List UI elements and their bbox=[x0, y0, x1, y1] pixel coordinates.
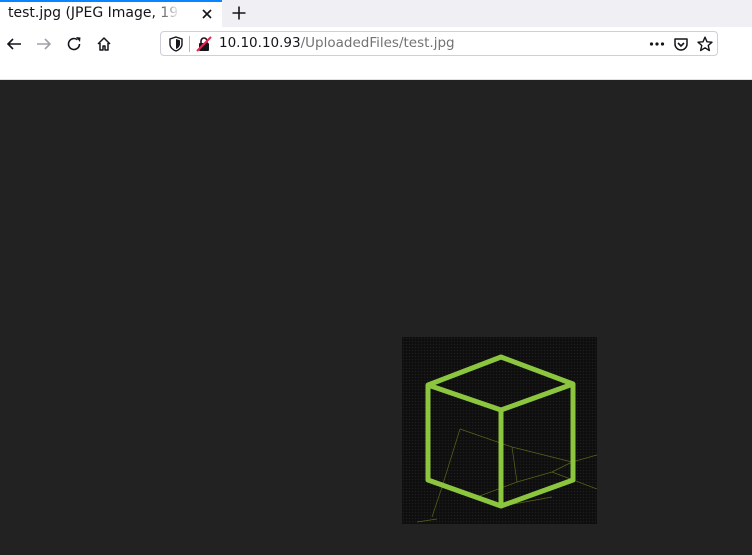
arrow-right-icon[interactable] bbox=[31, 31, 57, 57]
insecure-lock-icon[interactable] bbox=[195, 35, 213, 53]
more-dots-icon[interactable] bbox=[647, 34, 667, 54]
url-separator bbox=[189, 36, 190, 52]
close-icon[interactable] bbox=[198, 3, 216, 25]
tab-title: test.jpg (JPEG Image, 195 bbox=[8, 5, 180, 21]
pocket-icon[interactable] bbox=[671, 34, 691, 54]
star-icon[interactable] bbox=[695, 34, 715, 54]
tab-active[interactable]: test.jpg (JPEG Image, 195 bbox=[0, 0, 222, 27]
url-host: 10.10.10.93 bbox=[219, 35, 301, 51]
url-path: /UploadedFiles/test.jpg bbox=[300, 35, 455, 51]
url-bar[interactable]: 10.10.10.93/UploadedFiles/test.jpg bbox=[160, 31, 718, 56]
plus-icon[interactable] bbox=[228, 1, 250, 25]
home-icon[interactable] bbox=[91, 31, 117, 57]
url-text[interactable]: 10.10.10.93/UploadedFiles/test.jpg bbox=[219, 35, 455, 51]
image-viewer bbox=[0, 80, 752, 555]
reload-icon[interactable] bbox=[61, 31, 87, 57]
cube-logo-icon bbox=[416, 354, 597, 523]
tab-strip: test.jpg (JPEG Image, 195 bbox=[0, 0, 752, 27]
arrow-left-icon[interactable] bbox=[1, 31, 27, 57]
displayed-image[interactable] bbox=[402, 337, 597, 524]
shield-icon[interactable] bbox=[167, 35, 185, 53]
navigation-toolbar: 10.10.10.93/UploadedFiles/test.jpg bbox=[0, 27, 752, 80]
